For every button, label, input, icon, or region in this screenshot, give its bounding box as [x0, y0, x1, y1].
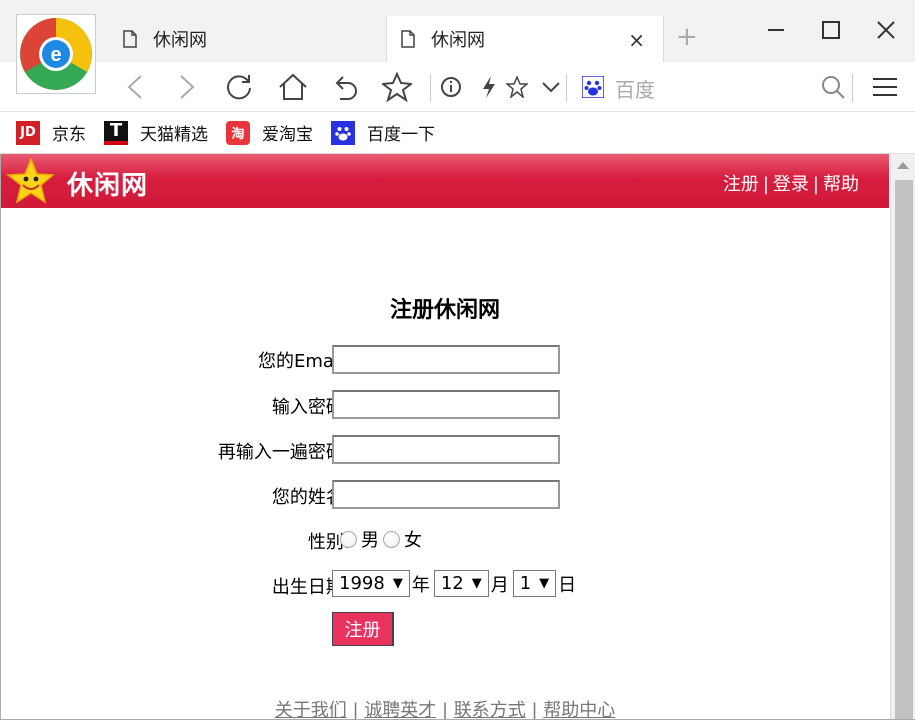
gender-options: 男 女 — [340, 526, 426, 552]
dob-selects: 1998 ▼ 年 12 ▼ 月 1 ▼ 日 — [332, 570, 580, 597]
confirm-password-field[interactable] — [332, 435, 560, 464]
year-value: 1998 — [339, 573, 385, 594]
day-select[interactable]: 1 ▼ — [512, 570, 557, 597]
bookmark-label: 爱淘宝 — [262, 125, 313, 145]
footer-contact-link[interactable]: 联系方式 — [454, 700, 526, 719]
year-unit: 年 — [411, 574, 430, 596]
gender-male-option[interactable]: 男 — [340, 526, 379, 552]
reload-icon[interactable] — [222, 70, 256, 104]
bookmarks-bar: JD 京东 T 天猫精选 淘 爱淘宝 百度一下 — [0, 112, 915, 154]
dropdown-arrow-icon: ▼ — [392, 576, 403, 591]
document-icon — [401, 30, 415, 48]
month-select[interactable]: 12 ▼ — [433, 570, 489, 597]
vertical-scrollbar[interactable] — [890, 154, 915, 719]
undo-close-icon[interactable] — [328, 70, 362, 104]
search-engine-label[interactable]: 百度 — [615, 74, 655, 103]
tab-2-label: 休闲网 — [431, 30, 485, 51]
baidu-paw-icon[interactable] — [581, 75, 605, 99]
title-bar: 休闲网 休闲网 × + — [0, 0, 915, 62]
nav-help-link[interactable]: 帮助 — [823, 174, 859, 195]
dropdown-arrow-icon: ▼ — [471, 576, 482, 591]
tmall-logo-icon: T — [104, 120, 128, 145]
gender-female-option[interactable]: 女 — [383, 526, 422, 552]
gender-female-label: 女 — [404, 530, 422, 551]
bookmark-label: 天猫精选 — [140, 125, 208, 145]
page-viewport: 休闲网 注册 | 登录 | 帮助 注册休闲网 您的Email: 输入密码: 再输入一遍密… — [0, 154, 915, 720]
site-name: 休闲网 — [67, 171, 149, 201]
bookmark-label: 百度一下 — [367, 125, 435, 145]
nav-separator: | — [762, 174, 769, 195]
separator — [566, 74, 567, 102]
search-icon[interactable] — [816, 70, 850, 104]
maximize-icon[interactable] — [811, 12, 851, 48]
tab-2-active[interactable]: 休闲网 × — [386, 16, 664, 62]
bookmark-tmall[interactable]: T 天猫精选 — [104, 120, 208, 145]
separator — [852, 74, 853, 102]
jd-logo-icon: JD — [16, 120, 40, 145]
svg-text:e: e — [50, 44, 61, 66]
day-unit: 日 — [558, 574, 577, 596]
tab-1[interactable]: 休闲网 — [105, 16, 385, 62]
gender-male-label: 男 — [361, 530, 379, 551]
bookmark-label: 京东 — [52, 125, 86, 145]
nav-login-link[interactable]: 登录 — [773, 174, 809, 195]
scroll-up-arrow-icon[interactable] — [897, 162, 909, 169]
browser-logo-icon: e — [16, 14, 96, 94]
year-select[interactable]: 1998 ▼ — [332, 570, 410, 597]
bookmark-jd[interactable]: JD 京东 — [16, 120, 86, 145]
home-icon[interactable] — [276, 70, 310, 104]
footer-about-link[interactable]: 关于我们 — [275, 700, 347, 719]
close-window-icon[interactable] — [866, 12, 906, 48]
back-icon[interactable] — [118, 70, 152, 104]
site-nav: 注册 | 登录 | 帮助 — [723, 170, 859, 196]
form-title: 注册休闲网 — [389, 298, 500, 323]
bookmark-baidu[interactable]: 百度一下 — [331, 120, 435, 145]
confirm-password-label: 再输入一遍密码: — [217, 442, 350, 463]
register-submit-button[interactable]: 注册 — [332, 612, 394, 646]
forward-icon[interactable] — [170, 70, 204, 104]
password-field[interactable] — [332, 390, 560, 419]
scrollbar-thumb[interactable] — [895, 180, 913, 719]
chevron-down-icon[interactable] — [534, 70, 568, 104]
bookmark-star-icon[interactable] — [380, 70, 414, 104]
email-field[interactable] — [332, 345, 560, 374]
navigation-toolbar: 百度 — [0, 62, 915, 112]
radio-male[interactable] — [340, 530, 357, 548]
radio-female[interactable] — [383, 530, 400, 548]
month-value: 12 — [440, 573, 464, 594]
new-tab-icon[interactable]: + — [676, 22, 698, 52]
smiling-star-logo-icon — [5, 157, 55, 204]
minimize-icon[interactable] — [756, 12, 796, 48]
name-field[interactable] — [332, 480, 560, 509]
month-unit: 月 — [490, 574, 509, 596]
nav-separator: | — [812, 174, 819, 195]
nav-register-link[interactable]: 注册 — [723, 174, 759, 195]
favorite-star-icon[interactable] — [500, 70, 534, 104]
close-tab-icon[interactable]: × — [628, 28, 645, 52]
bookmark-aitaobao[interactable]: 淘 爱淘宝 — [226, 120, 313, 145]
dropdown-arrow-icon: ▼ — [539, 576, 550, 591]
separator — [430, 74, 431, 102]
document-icon — [123, 30, 137, 48]
baidu-paw-icon — [331, 120, 355, 145]
site-header: 休闲网 注册 | 登录 | 帮助 — [1, 154, 889, 208]
footer-careers-link[interactable]: 诚聘英才 — [364, 700, 436, 719]
info-icon[interactable] — [434, 70, 468, 104]
day-value: 1 — [519, 573, 532, 594]
menu-icon[interactable] — [868, 70, 902, 104]
footer-links: 关于我们 | 诚聘英才 | 联系方式 | 帮助中心 — [274, 700, 616, 720]
tab-1-label: 休闲网 — [153, 30, 207, 51]
footer-help-link[interactable]: 帮助中心 — [543, 700, 615, 719]
taobao-logo-icon: 淘 — [226, 120, 250, 145]
